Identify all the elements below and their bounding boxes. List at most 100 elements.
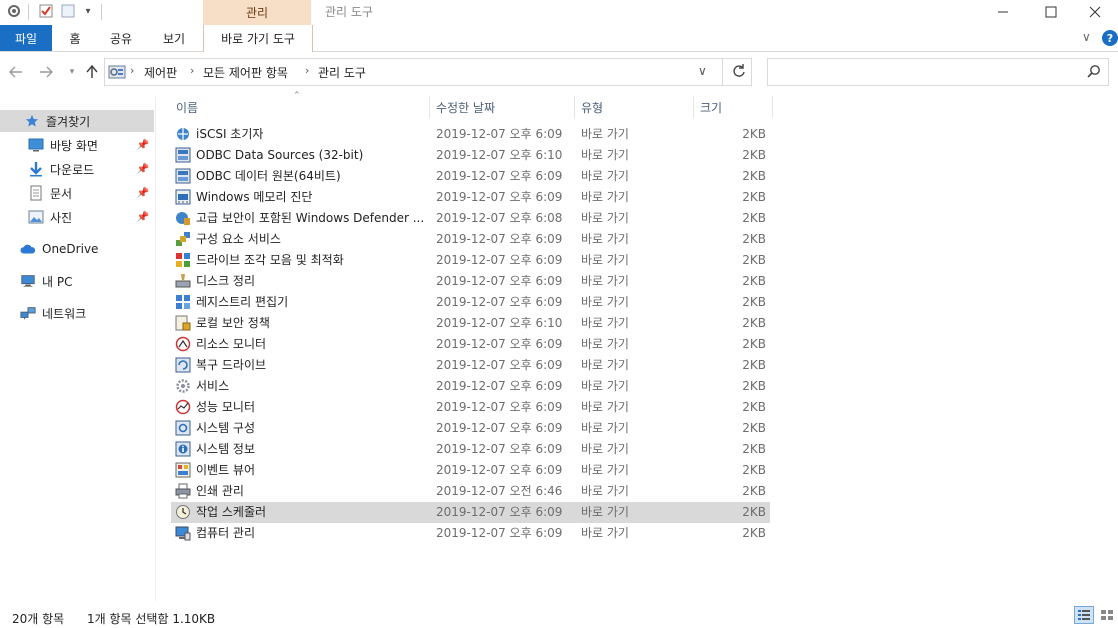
pin-icon[interactable]: 📌	[137, 188, 149, 199]
help-icon[interactable]: ?	[1102, 30, 1118, 46]
column-header-date[interactable]: 수정한 날짜	[436, 96, 566, 118]
sidebar-item-this-pc[interactable]: 내 PC	[0, 270, 154, 292]
file-row[interactable]: 인쇄 관리 2019-12-07 오전 6:46 바로 가기 2KB	[171, 481, 770, 502]
sidebar-item-documents[interactable]: 문서 📌	[0, 182, 154, 204]
security-policy-icon	[175, 315, 191, 331]
customize-toolbar-icon[interactable]: ▾	[80, 3, 96, 19]
tab-file[interactable]: 파일	[0, 25, 52, 51]
divider	[722, 58, 723, 86]
properties-icon[interactable]	[38, 3, 54, 19]
up-button[interactable]	[82, 62, 102, 82]
file-size: 2KB	[742, 148, 766, 162]
sidebar-item-downloads[interactable]: 다운로드 📌	[0, 158, 154, 180]
resource-monitor-icon	[175, 336, 191, 352]
file-row[interactable]: 서비스 2019-12-07 오후 6:09 바로 가기 2KB	[171, 376, 770, 397]
tab-home[interactable]: 홈	[56, 25, 94, 51]
file-date: 2019-12-07 오후 6:09	[436, 274, 563, 288]
search-input[interactable]	[767, 58, 1109, 86]
column-header-name[interactable]: 이름	[176, 96, 426, 118]
recent-locations-icon[interactable]: ▾	[62, 62, 82, 82]
address-dropdown-icon[interactable]: ∨	[698, 64, 707, 78]
file-date: 2019-12-07 오후 6:09	[436, 169, 563, 183]
breadcrumb-item[interactable]: 모든 제어판 항목	[203, 64, 288, 81]
pin-icon[interactable]: 📌	[137, 164, 149, 175]
file-type: 바로 가기	[581, 253, 629, 267]
file-row[interactable]: 성능 모니터 2019-12-07 오후 6:09 바로 가기 2KB	[171, 397, 770, 418]
back-button[interactable]	[6, 62, 26, 82]
computer-icon	[20, 273, 36, 289]
file-row[interactable]: 시스템 정보 2019-12-07 오후 6:09 바로 가기 2KB	[171, 439, 770, 460]
new-folder-icon[interactable]	[60, 3, 76, 19]
column-divider[interactable]	[693, 96, 694, 118]
close-button[interactable]	[1072, 0, 1118, 24]
file-row[interactable]: 디스크 정리 2019-12-07 오후 6:09 바로 가기 2KB	[171, 271, 770, 292]
file-type: 바로 가기	[581, 148, 629, 162]
file-date: 2019-12-07 오후 6:10	[436, 316, 563, 330]
maximize-button[interactable]	[1028, 0, 1074, 24]
file-row[interactable]: 레지스트리 편집기 2019-12-07 오후 6:09 바로 가기 2KB	[171, 292, 770, 313]
picture-icon	[28, 209, 44, 225]
file-name: 구성 요소 서비스	[196, 232, 281, 246]
file-date: 2019-12-07 오후 6:09	[436, 190, 563, 204]
file-name: 서비스	[196, 379, 230, 393]
details-view-button[interactable]	[1074, 606, 1094, 624]
title-bar	[0, 0, 1118, 25]
tab-shortcut-tools[interactable]: 바로 가기 도구	[203, 25, 313, 52]
file-row[interactable]: 이벤트 뷰어 2019-12-07 오후 6:09 바로 가기 2KB	[171, 460, 770, 481]
file-type: 바로 가기	[581, 463, 629, 477]
file-row[interactable]: 컴퓨터 관리 2019-12-07 오후 6:09 바로 가기 2KB	[171, 523, 770, 544]
file-name: iSCSI 초기자	[196, 127, 264, 141]
file-row[interactable]: 복구 드라이브 2019-12-07 오후 6:09 바로 가기 2KB	[171, 355, 770, 376]
file-type: 바로 가기	[581, 358, 629, 372]
file-row[interactable]: 구성 요소 서비스 2019-12-07 오후 6:09 바로 가기 2KB	[171, 229, 770, 250]
file-row[interactable]: 로컬 보안 정책 2019-12-07 오후 6:10 바로 가기 2KB	[171, 313, 770, 334]
forward-button[interactable]	[36, 62, 56, 82]
file-row[interactable]: 고급 보안이 포함된 Windows Defender ... 2019-12-0…	[171, 208, 770, 229]
column-divider[interactable]	[574, 96, 575, 118]
control-panel-icon	[108, 63, 126, 81]
divider	[28, 4, 29, 20]
file-date: 2019-12-07 오전 6:46	[436, 484, 563, 498]
file-name: 성능 모니터	[196, 400, 256, 414]
refresh-icon[interactable]	[731, 63, 747, 79]
sidebar-item-desktop[interactable]: 바탕 화면 📌	[0, 134, 154, 156]
breadcrumb-item[interactable]: 제어판	[144, 64, 177, 81]
file-row[interactable]: iSCSI 초기자 2019-12-07 오후 6:09 바로 가기 2KB	[171, 124, 770, 145]
pin-icon[interactable]: 📌	[137, 212, 149, 223]
file-name: 로컬 보안 정책	[196, 316, 270, 330]
file-row[interactable]: 작업 스케줄러 2019-12-07 오후 6:09 바로 가기 2KB	[171, 502, 770, 523]
pin-icon[interactable]: 📌	[137, 140, 149, 151]
column-divider[interactable]	[772, 96, 773, 118]
sidebar-item-onedrive[interactable]: OneDrive	[0, 238, 154, 260]
status-selection: 1개 항목 선택함 1.10KB	[87, 612, 216, 626]
breadcrumb-item[interactable]: 관리 도구	[318, 64, 366, 81]
file-row[interactable]: ODBC 데이터 원본(64비트) 2019-12-07 오후 6:09 바로 가기…	[171, 166, 770, 187]
search-icon[interactable]	[1087, 64, 1101, 78]
control-panel-icon[interactable]	[6, 3, 22, 19]
file-row[interactable]: 리소스 모니터 2019-12-07 오후 6:09 바로 가기 2KB	[171, 334, 770, 355]
star-icon	[24, 113, 40, 129]
file-row[interactable]: Windows 메모리 진단 2019-12-07 오후 6:09 바로 가기 2KB	[171, 187, 770, 208]
tab-view[interactable]: 보기	[152, 25, 196, 51]
column-divider[interactable]	[429, 96, 430, 118]
file-type: 바로 가기	[581, 316, 629, 330]
address-bar[interactable]	[104, 58, 752, 86]
sidebar-item-network[interactable]: 네트워크	[0, 302, 154, 324]
column-header-size[interactable]: 크기	[700, 96, 770, 118]
ribbon-expand-icon[interactable]: ∨	[1082, 30, 1091, 44]
minimize-button[interactable]	[980, 0, 1026, 24]
status-item-count: 20개 항목	[12, 612, 65, 626]
column-header-type[interactable]: 유형	[581, 96, 686, 118]
file-row[interactable]: ODBC Data Sources (32-bit) 2019-12-07 오후 …	[171, 145, 770, 166]
odbc-icon	[175, 168, 191, 184]
file-row[interactable]: 시스템 구성 2019-12-07 오후 6:09 바로 가기 2KB	[171, 418, 770, 439]
tab-share[interactable]: 공유	[100, 25, 142, 51]
sidebar-item-label: 네트워크	[42, 306, 87, 321]
large-icons-view-button[interactable]	[1097, 606, 1117, 624]
file-date: 2019-12-07 오후 6:09	[436, 127, 563, 141]
sidebar-item-favorites[interactable]: 즐겨찾기	[0, 110, 154, 132]
sidebar-item-label: 문서	[50, 186, 73, 201]
file-row[interactable]: 드라이브 조각 모음 및 최적화 2019-12-07 오후 6:09 바로 가기 2…	[171, 250, 770, 271]
sidebar-item-pictures[interactable]: 사진 📌	[0, 206, 154, 228]
file-name: ODBC Data Sources (32-bit)	[196, 148, 364, 162]
